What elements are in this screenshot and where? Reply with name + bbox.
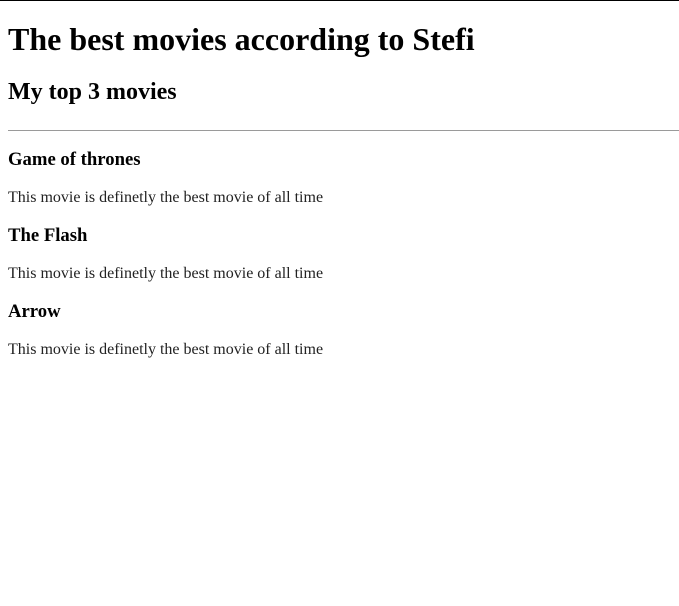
divider bbox=[8, 130, 679, 131]
movie-description: This movie is definetly the best movie o… bbox=[8, 189, 324, 206]
movie-item: Arrow This movie is definetly the best m… bbox=[8, 301, 671, 359]
movie-description: This movie is definetly the best movie o… bbox=[8, 265, 324, 282]
movie-description: This movie is definetly the best movie o… bbox=[8, 341, 324, 358]
movie-item: The Flash This movie is definetly the be… bbox=[8, 225, 671, 283]
movie-title: The Flash bbox=[8, 225, 88, 246]
movie-title: Game of thrones bbox=[8, 149, 141, 170]
page-title: The best movies according to Stefi bbox=[8, 21, 475, 57]
section-heading: My top 3 movies bbox=[8, 79, 177, 105]
movie-item: Game of thrones This movie is definetly … bbox=[8, 149, 671, 207]
movie-list: Game of thrones This movie is definetly … bbox=[8, 149, 671, 359]
movie-title: Arrow bbox=[8, 301, 61, 322]
